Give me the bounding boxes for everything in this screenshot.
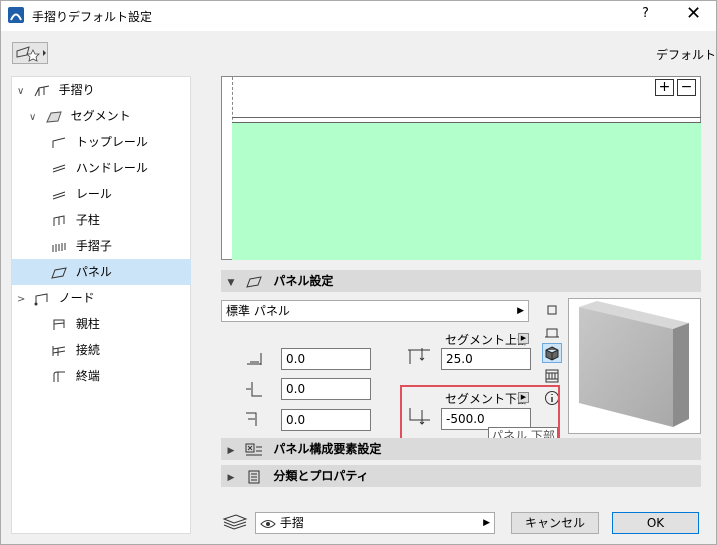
help-button[interactable]: ? — [642, 6, 649, 21]
view-elevation-icon[interactable] — [544, 368, 560, 384]
offset-field-3[interactable]: 0.0 — [281, 409, 371, 431]
panel-icon — [246, 275, 262, 288]
classification-header[interactable]: ▶ 分類とプロパティ — [221, 465, 701, 487]
collapse-arrow-icon: ▼ — [227, 278, 235, 288]
section-title: 分類とプロパティ — [273, 469, 369, 483]
tree-item-label: 接続 — [75, 343, 100, 357]
tree-item-baluster[interactable]: 手摺子 — [50, 233, 191, 259]
rail-icon — [52, 191, 66, 199]
tree-item-label: 子柱 — [75, 213, 100, 227]
ok-button[interactable]: OK — [612, 512, 699, 534]
properties-icon — [248, 470, 260, 483]
tree-item-label: パネル — [75, 265, 112, 279]
tree-item-label: 親柱 — [75, 317, 100, 331]
newel-post-icon — [53, 319, 65, 330]
offset-field-1[interactable]: 0.0 — [281, 348, 371, 370]
zoom-in-button[interactable]: + — [655, 79, 674, 96]
top-offset-icon — [408, 348, 430, 364]
tree-item-inner-post[interactable]: 子柱 — [50, 207, 191, 233]
railing-icon — [34, 85, 49, 96]
edge-offset-icon — [246, 412, 257, 426]
concrete-panel-image — [579, 301, 689, 427]
tree-item-label: レール — [75, 187, 112, 201]
layer-select[interactable]: 手摺 ▶ — [255, 512, 495, 534]
tree-item-newel-post[interactable]: 親柱 — [50, 311, 191, 337]
expand-arrow-icon[interactable]: ∨ — [29, 105, 41, 131]
close-button[interactable]: ✕ — [686, 3, 701, 24]
dropdown-arrow-icon: ▶ — [483, 518, 490, 528]
settings-tree: ∨ 手摺り ∨ セグメント トップレール ハンドレール レール 子柱 手摺子 パ… — [11, 76, 191, 534]
section-title: パネル構成要素設定 — [273, 442, 382, 456]
tree-item-segment[interactable]: ∨ セグメント — [29, 103, 191, 129]
favorites-button[interactable] — [12, 42, 48, 64]
panel-thumbnail — [568, 298, 701, 434]
tree-item-node[interactable]: > ノード — [17, 285, 191, 311]
node-icon — [34, 292, 48, 305]
preview-panel-fill — [232, 122, 701, 260]
panel-icon — [51, 266, 67, 279]
connection-icon — [52, 345, 66, 356]
offset-field-2[interactable]: 0.0 — [281, 378, 371, 400]
segment-icon — [46, 110, 62, 123]
tree-item-label: ノード — [58, 291, 95, 305]
tree-item-label: ハンドレール — [75, 161, 148, 175]
tree-item-end[interactable]: 終端 — [50, 363, 191, 389]
tree-item-top-rail[interactable]: トップレール — [50, 129, 191, 155]
expand-arrow-icon[interactable]: ∨ — [17, 79, 29, 105]
end-icon — [53, 371, 65, 382]
eye-icon — [260, 519, 276, 528]
expand-arrow-icon[interactable]: > — [17, 287, 29, 313]
handrail-icon — [52, 164, 66, 172]
expand-arrow-icon: ▶ — [227, 473, 235, 483]
top-rail-icon — [52, 137, 66, 148]
tree-item-rail[interactable]: レール — [50, 181, 191, 207]
view-section-icon[interactable] — [544, 324, 560, 340]
tree-item-label: 手摺子 — [75, 239, 112, 253]
zoom-out-button[interactable]: − — [677, 79, 696, 96]
tree-item-label: 終端 — [75, 369, 100, 383]
tree-item-label: トップレール — [75, 135, 148, 149]
baluster-icon — [52, 242, 66, 252]
panel-settings-header[interactable]: ▼ パネル設定 — [221, 270, 701, 292]
app-icon — [8, 7, 24, 23]
view-2d-icon[interactable] — [544, 302, 560, 318]
layer-name: 手摺 — [279, 516, 304, 530]
favorites-icon — [16, 46, 46, 62]
view-3d-icon[interactable] — [542, 343, 562, 363]
layers-icon — [222, 514, 248, 530]
dropdown-arrow-icon: ▶ — [517, 306, 524, 316]
panel-components-header[interactable]: ▶ パネル構成要素設定 — [221, 438, 701, 460]
components-icon — [245, 443, 263, 455]
expand-arrow-icon: ▶ — [227, 446, 235, 456]
segment-top-toggle[interactable]: ▶ — [518, 333, 529, 344]
segment-top-field[interactable]: 25.0 — [441, 348, 531, 370]
default-label: デフォルト — [656, 48, 717, 62]
section-title: パネル設定 — [273, 274, 334, 288]
segment-top-label: セグメント上部 — [445, 333, 530, 347]
panel-type-select[interactable]: 標準 パネル ▶ — [221, 300, 529, 322]
tree-item-connection[interactable]: 接続 — [50, 337, 191, 363]
inner-post-icon — [53, 214, 65, 226]
inset-icon — [246, 382, 262, 397]
cancel-button[interactable]: キャンセル — [511, 512, 599, 534]
offset-icon — [247, 353, 262, 365]
tree-item-label: 手摺り — [58, 83, 95, 97]
panel-type-value: 標準 パネル — [226, 304, 290, 318]
tree-item-handrail[interactable]: ハンドレール — [50, 155, 191, 181]
tree-item-label: セグメント — [70, 109, 131, 123]
tree-item-railing[interactable]: ∨ 手摺り — [17, 77, 191, 103]
preview-rail-line — [232, 117, 701, 118]
tree-item-panel[interactable]: パネル — [12, 259, 191, 285]
window-title: 手摺りデフォルト設定 — [32, 10, 153, 24]
